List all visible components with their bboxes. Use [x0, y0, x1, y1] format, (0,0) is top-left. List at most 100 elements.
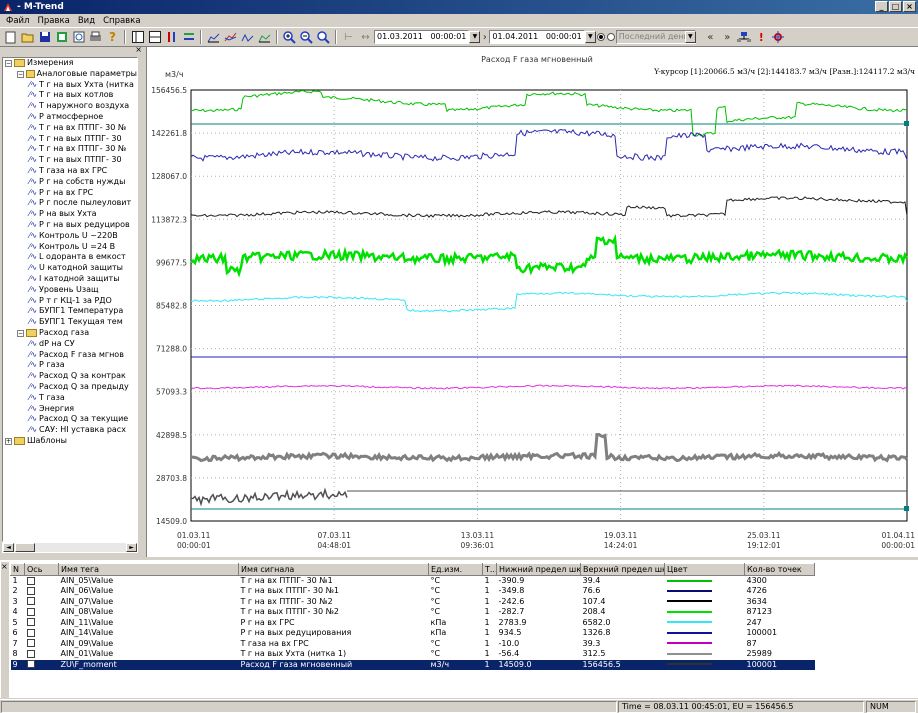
tree-signal[interactable]: ⁄∿ САУ: НI уставка расх — [3, 425, 137, 436]
axis-mode-icon[interactable] — [163, 29, 180, 45]
table-row[interactable]: 5 AIN_11\Value P г на вх ГРС кПа 1 2783.9 6582… — [11, 618, 815, 629]
column-header[interactable]: Имя тега — [58, 563, 239, 576]
date-to-dropdown-icon[interactable]: ▼ — [584, 31, 596, 43]
maximize-button[interactable]: □ — [889, 1, 902, 12]
tree-signal[interactable]: ⁄∿ Контроль U ~220В — [3, 231, 137, 242]
period-dropdown-icon[interactable]: ▼ — [684, 31, 696, 43]
prev-period-icon[interactable]: « — [702, 29, 719, 45]
tree-folder[interactable]: + Шаблоны — [3, 436, 137, 447]
color-swatch[interactable] — [666, 579, 712, 582]
table-row[interactable]: 1 AIN_05\Value T г на вх ПТПГ- 30 №1 °С 1 -39… — [11, 576, 815, 587]
color-swatch[interactable] — [666, 642, 712, 645]
tree-horizontal-scrollbar[interactable]: ◄ ► — [2, 542, 138, 553]
tree-signal[interactable]: ⁄∿ Уровень Uзащ — [3, 285, 137, 296]
column-header[interactable]: Ед.изм. — [428, 563, 483, 576]
date-from-dropdown-icon[interactable]: ▼ — [469, 31, 481, 43]
column-header[interactable]: Кол-во точек — [744, 563, 815, 576]
tree-signal[interactable]: ⁄∿ T газа — [3, 393, 137, 404]
network-icon[interactable] — [736, 29, 753, 45]
axis-checkbox[interactable] — [26, 618, 35, 627]
y-cursor-handle[interactable] — [904, 506, 909, 511]
tree-signal[interactable]: ⁄∿ БУПГ1 Текущая тем — [3, 317, 137, 328]
table-row[interactable]: 8 AIN_01\Value T г на вых Ухта (нитка 1) °С… — [11, 649, 815, 660]
chart-multi-icon[interactable] — [222, 29, 239, 45]
expand-toggle-icon[interactable]: + — [5, 437, 12, 445]
color-swatch[interactable] — [666, 600, 712, 603]
tree-folder[interactable]: − Расход газа — [3, 328, 137, 339]
axis-checkbox[interactable] — [26, 586, 35, 595]
tree-signal[interactable]: ⁄∿ T г на вх ПТПГ- 30 № — [3, 123, 137, 134]
axis-checkbox[interactable] — [26, 649, 35, 658]
tree-signal[interactable]: ⁄∿ dP на СУ — [3, 339, 137, 350]
date-from-field[interactable]: 01.03.2011 00:00:01 — [374, 30, 470, 44]
expand-toggle-icon[interactable]: − — [17, 329, 24, 337]
scroll-left-icon[interactable]: ◄ — [3, 543, 14, 552]
help-icon[interactable]: ? — [104, 29, 121, 45]
print-icon[interactable] — [87, 29, 104, 45]
color-swatch[interactable] — [666, 631, 712, 634]
minimize-button[interactable]: _ — [875, 1, 888, 12]
zoom-out-icon[interactable] — [298, 29, 315, 45]
table-row[interactable]: 6 AIN_14\Value P г на вых редуцирования кПа… — [11, 628, 815, 639]
column-header[interactable]: Верхний предел шк... — [580, 563, 665, 576]
new-file-icon[interactable] — [2, 29, 19, 45]
table-row[interactable]: 4 AIN_08\Value T г на вых ПТПГ- 30 №2 °С 1 -2… — [11, 607, 815, 618]
tree-signal[interactable]: ⁄∿ T г на вых ПТПГ- 30 — [3, 134, 137, 145]
axis-checkbox[interactable] — [26, 607, 35, 616]
zoom-fit-icon[interactable] — [315, 29, 332, 45]
table-row[interactable]: 3 AIN_07\Value T г на вх ПТПГ- 30 №2 °С 1 -24… — [11, 597, 815, 608]
scroll-right-icon[interactable]: ► — [126, 543, 137, 552]
menu-view[interactable]: Вид — [74, 16, 99, 26]
split-horizontal-icon[interactable] — [146, 29, 163, 45]
axis-checkbox[interactable] — [26, 660, 35, 669]
menu-edit[interactable]: Правка — [33, 16, 73, 26]
split-vertical-icon[interactable] — [129, 29, 146, 45]
tree-signal[interactable]: ⁄∿ T г на вх ПТПГ- 30 № — [3, 144, 137, 155]
close-pane-icon[interactable]: × — [135, 45, 142, 54]
column-header[interactable]: Цвет — [664, 563, 745, 576]
next-period-icon[interactable]: » — [719, 29, 736, 45]
tree-signal[interactable]: ⁄∿ U катодной защиты — [3, 263, 137, 274]
scroll-thumb[interactable] — [15, 543, 35, 552]
color-swatch[interactable] — [666, 589, 712, 592]
date-to-field[interactable]: 01.04.2011 00:00:01 — [489, 30, 585, 44]
range-width-icon[interactable]: ↔ — [357, 29, 374, 45]
zoom-in-icon[interactable] — [281, 29, 298, 45]
axis-checkbox[interactable] — [26, 576, 35, 585]
tree-signal[interactable]: ⁄∿ Расход Q за текущие — [3, 414, 137, 425]
signal-tree[interactable]: − Измерения − Аналоговые параметры ⁄∿ T г на … — [2, 57, 138, 542]
stack-mode-icon[interactable] — [180, 29, 197, 45]
tree-signal[interactable]: ⁄∿ P г на вх ГРС — [3, 188, 137, 199]
column-header[interactable]: Нижний предел шк... — [496, 563, 581, 576]
export-icon[interactable] — [53, 29, 70, 45]
open-folder-icon[interactable] — [19, 29, 36, 45]
axis-checkbox[interactable] — [26, 628, 35, 637]
tree-signal[interactable]: ⁄∿ P атмосферное — [3, 112, 137, 123]
tree-signal[interactable]: ⁄∿ I катодной защиты — [3, 274, 137, 285]
alarm-icon[interactable]: ! — [753, 29, 770, 45]
color-swatch[interactable] — [666, 663, 712, 666]
trend-chart[interactable]: Расход F газа мгновенный м3/ч Y-курсор [… — [147, 47, 918, 557]
range-radio-custom[interactable] — [596, 33, 605, 41]
tree-signal[interactable]: ⁄∿ Контроль U =24 В — [3, 242, 137, 253]
tree-signal[interactable]: ⁄∿ Энергия — [3, 404, 137, 415]
table-row[interactable]: 9 ZU\F_moment Расход F газа мгновенный м3/ч… — [10, 659, 815, 670]
axis-checkbox[interactable] — [26, 597, 35, 606]
period-select[interactable]: Последний день — [615, 30, 696, 44]
axis-checkbox[interactable] — [26, 639, 35, 648]
table-row[interactable]: 7 AIN_09\Value T газа на вх ГРС °С 1 -10.0 39.… — [11, 639, 815, 650]
chart-area-icon[interactable] — [256, 29, 273, 45]
tree-signal[interactable]: ⁄∿ P г на собств нужды — [3, 177, 137, 188]
tree-signal[interactable]: ⁄∿ L одоранта в емкост — [3, 252, 137, 263]
chart-line-icon[interactable] — [205, 29, 222, 45]
print-preview-icon[interactable] — [70, 29, 87, 45]
menu-file[interactable]: Файл — [2, 16, 33, 26]
column-header[interactable]: Имя сигнала — [238, 563, 429, 576]
column-header[interactable]: N — [10, 563, 25, 576]
color-swatch[interactable] — [666, 621, 712, 624]
tree-signal[interactable]: ⁄∿ БУПГ1 Температура — [3, 306, 137, 317]
tree-folder[interactable]: − Измерения — [3, 58, 137, 69]
expand-toggle-icon[interactable]: − — [17, 70, 24, 78]
tree-signal[interactable]: ⁄∿ Расход F газа мгнов — [3, 350, 137, 361]
tree-signal[interactable]: ⁄∿ T газа на вх ГРС — [3, 166, 137, 177]
